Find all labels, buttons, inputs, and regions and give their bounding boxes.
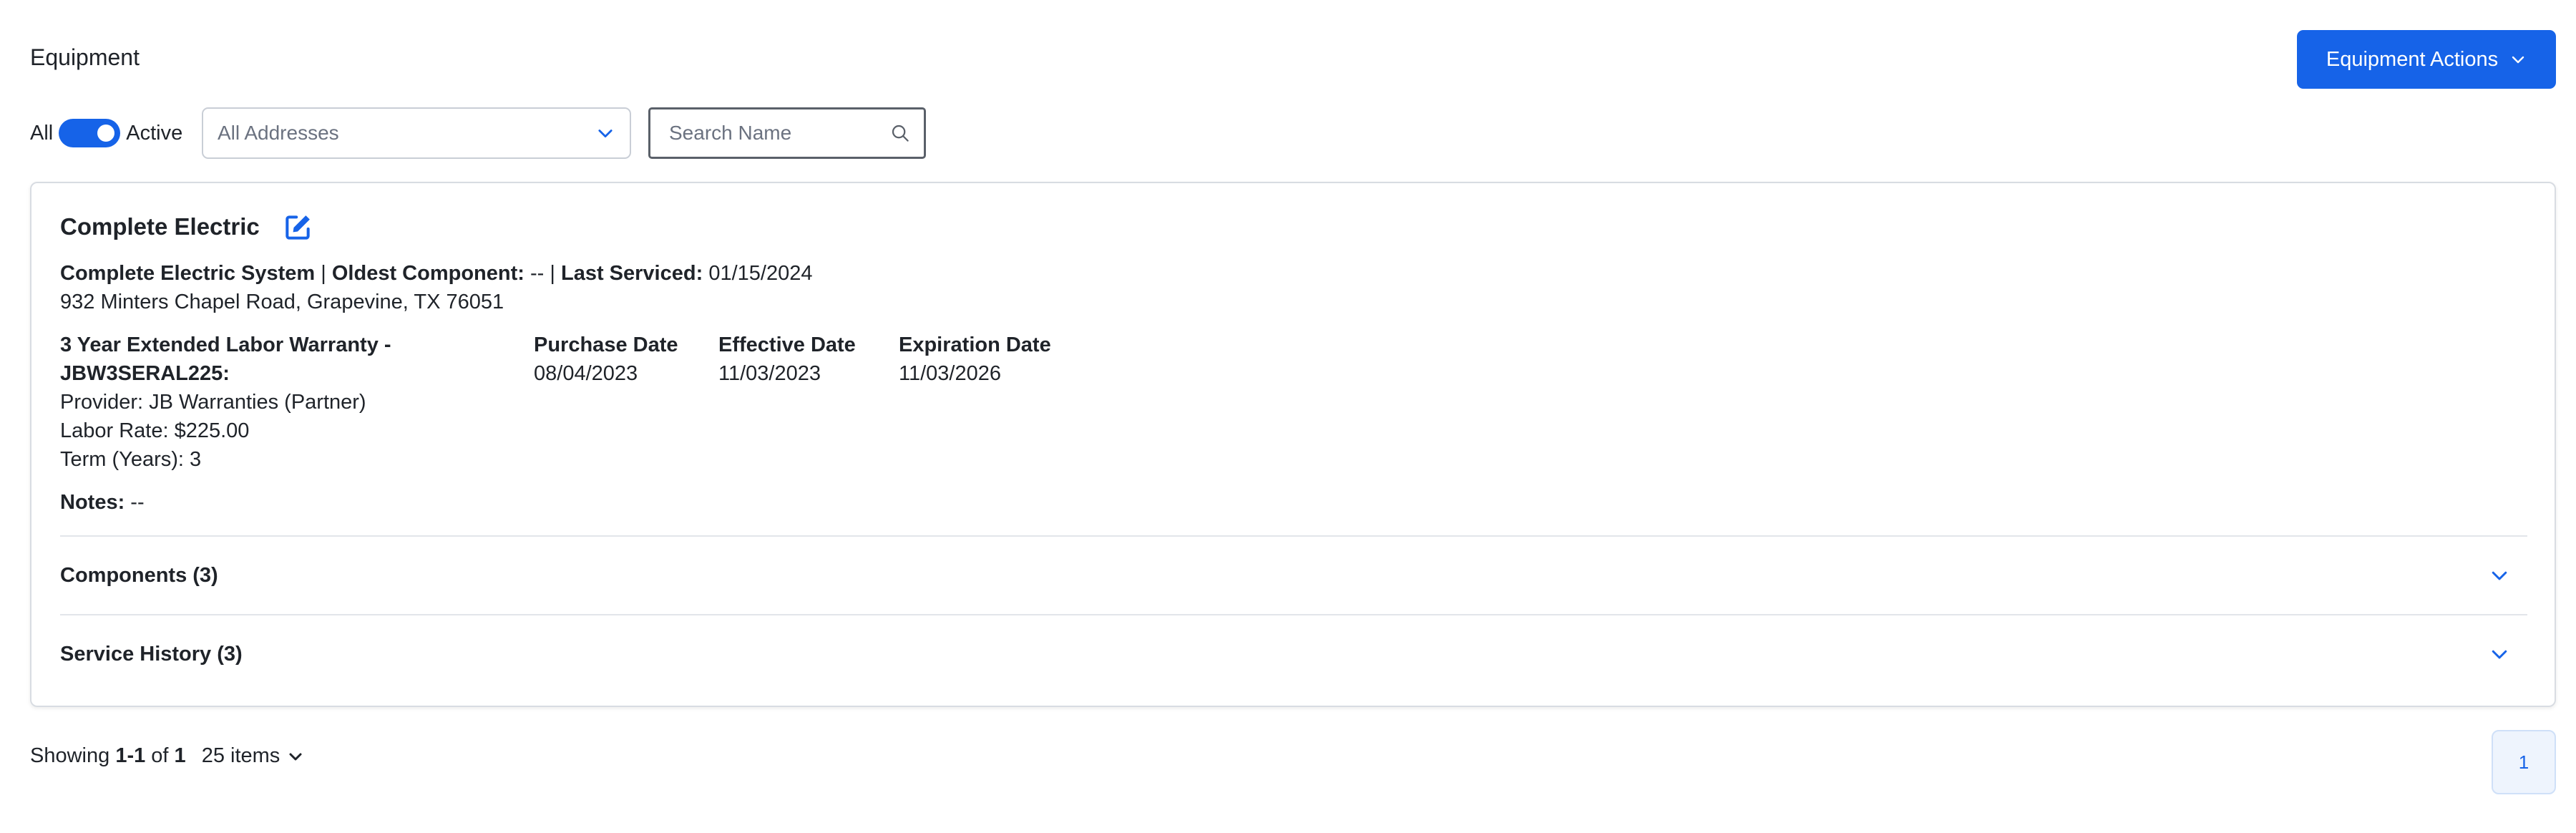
equipment-address: 932 Minters Chapel Road, Grapevine, TX 7…: [60, 291, 504, 313]
equipment-notes: Notes: --: [60, 488, 145, 517]
showing-of: of: [151, 744, 169, 767]
expiration-date: Expiration Date 11/03/2026: [899, 331, 1051, 388]
summary-separator: |: [550, 262, 555, 285]
active-toggle[interactable]: [59, 119, 121, 147]
address-select[interactable]: All Addresses: [202, 107, 631, 159]
chevron-down-icon: [2492, 650, 2507, 659]
search-box: [648, 107, 926, 159]
notes-label: Notes:: [60, 491, 125, 514]
equipment-title: Complete Electric: [60, 213, 260, 240]
purchase-date: Purchase Date 08/04/2023: [534, 331, 678, 388]
address-select-value: All Addresses: [218, 122, 339, 144]
chevron-down-icon: [289, 753, 302, 760]
warranty-term: Term (Years): 3: [60, 448, 202, 471]
toggle-label-active: Active: [126, 121, 183, 145]
expiration-date-value: 11/03/2026: [899, 362, 1001, 385]
notes-value: --: [130, 491, 145, 514]
last-serviced-value: 01/15/2024: [708, 262, 813, 285]
pagination-summary: Showing 1-1 of 1 25 items: [30, 744, 304, 768]
showing-prefix: Showing: [30, 744, 110, 767]
components-accordion-label: Components (3): [60, 563, 218, 587]
purchase-date-value: 08/04/2023: [534, 362, 638, 385]
chevron-down-icon: [2512, 56, 2524, 64]
effective-date-label: Effective Date: [718, 333, 856, 356]
warranty-labor-rate: Labor Rate: $225.00: [60, 419, 250, 442]
components-accordion[interactable]: Components (3): [60, 537, 2527, 614]
service-history-accordion[interactable]: Service History (3): [60, 615, 2527, 693]
filter-bar: All Active: [30, 107, 182, 159]
chevron-down-icon: [2492, 571, 2507, 580]
last-serviced-label: Last Serviced:: [560, 262, 703, 285]
toggle-knob: [97, 125, 115, 142]
effective-date-value: 11/03/2023: [718, 362, 821, 385]
search-icon: [892, 125, 909, 142]
oldest-component-value: --: [530, 262, 545, 285]
warranty-details: 3 Year Extended Labor Warranty - JBW3SER…: [60, 331, 489, 474]
service-history-accordion-label: Service History (3): [60, 642, 243, 666]
items-per-page-value: 25 items: [201, 744, 280, 767]
showing-range: 1-1: [115, 744, 146, 767]
edit-icon[interactable]: [282, 212, 313, 243]
search-input[interactable]: [668, 121, 885, 145]
page-title: Equipment: [30, 44, 140, 70]
expiration-date-label: Expiration Date: [899, 333, 1051, 356]
equipment-actions-label: Equipment Actions: [2326, 47, 2499, 71]
page-1-button[interactable]: 1: [2492, 730, 2556, 794]
equipment-actions-button[interactable]: Equipment Actions: [2297, 30, 2556, 89]
warranty-provider: Provider: JB Warranties (Partner): [60, 391, 366, 414]
warranty-title: 3 Year Extended Labor Warranty - JBW3SER…: [60, 333, 391, 385]
showing-total: 1: [174, 744, 186, 767]
summary-separator: |: [321, 262, 326, 285]
oldest-component-label: Oldest Component:: [331, 262, 525, 285]
equipment-card: Complete Electric Complete Electric Syst…: [30, 182, 2556, 707]
chevron-down-icon: [598, 130, 613, 138]
items-per-page-select[interactable]: 25 items: [202, 744, 305, 768]
system-name: Complete Electric System: [60, 262, 316, 285]
purchase-date-label: Purchase Date: [534, 333, 678, 356]
equipment-summary: Complete Electric System | Oldest Compon…: [60, 259, 812, 288]
effective-date: Effective Date 11/03/2023: [718, 331, 856, 388]
toggle-label-all: All: [30, 121, 54, 145]
